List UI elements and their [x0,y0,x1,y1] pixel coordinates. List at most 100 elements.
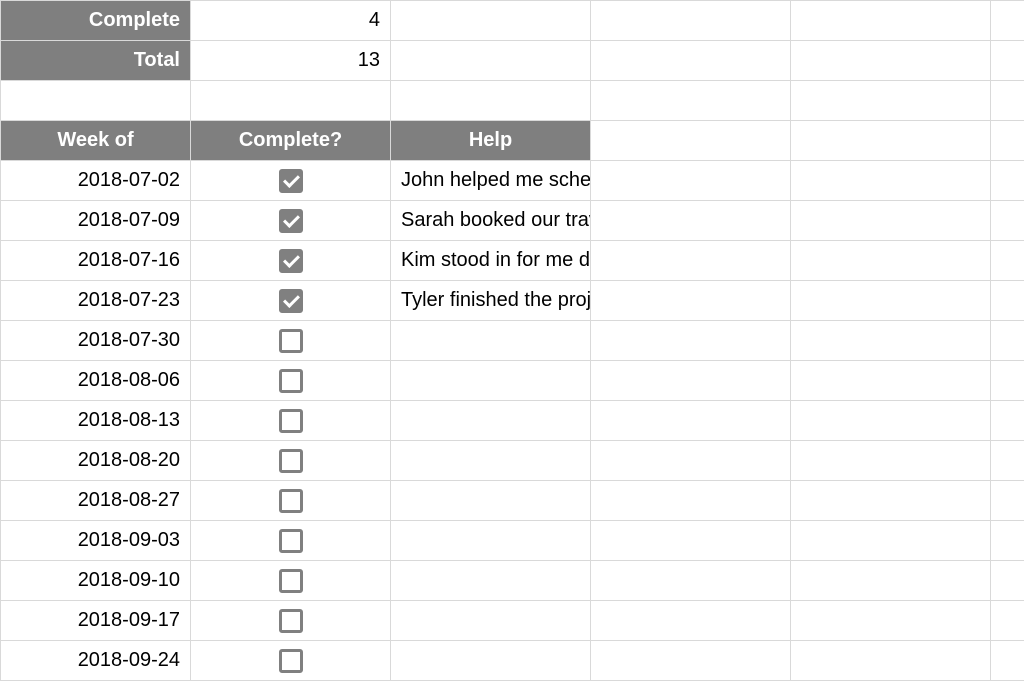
checkbox-cell[interactable] [191,641,391,681]
help-cell[interactable] [391,401,591,441]
empty-cell[interactable] [991,201,1024,241]
empty-cell[interactable] [991,561,1024,601]
empty-cell[interactable] [1,81,191,121]
empty-cell[interactable] [991,241,1024,281]
empty-cell[interactable] [591,321,791,361]
empty-cell[interactable] [991,1,1024,41]
checkbox-cell[interactable] [191,161,391,201]
checkbox-cell[interactable] [191,601,391,641]
checkbox-cell[interactable] [191,561,391,601]
empty-cell[interactable] [591,641,791,681]
empty-cell[interactable] [591,521,791,561]
empty-cell[interactable] [591,441,791,481]
empty-cell[interactable] [991,401,1024,441]
empty-cell[interactable] [591,481,791,521]
date-cell[interactable]: 2018-07-30 [1,321,191,361]
header-help[interactable]: Help [391,121,591,161]
checkbox-cell[interactable] [191,241,391,281]
checkbox-checked-icon[interactable] [279,289,303,313]
empty-cell[interactable] [791,321,991,361]
empty-cell[interactable] [791,481,991,521]
summary-complete-value[interactable]: 4 [191,1,391,41]
empty-cell[interactable] [991,441,1024,481]
empty-cell[interactable] [791,561,991,601]
date-cell[interactable]: 2018-08-20 [1,441,191,481]
empty-cell[interactable] [391,41,591,81]
empty-cell[interactable] [791,81,991,121]
empty-cell[interactable] [791,601,991,641]
empty-cell[interactable] [791,521,991,561]
empty-cell[interactable] [791,41,991,81]
help-cell[interactable] [391,561,591,601]
empty-cell[interactable] [791,641,991,681]
summary-total-value[interactable]: 13 [191,41,391,81]
empty-cell[interactable] [991,281,1024,321]
empty-cell[interactable] [591,361,791,401]
empty-cell[interactable] [991,521,1024,561]
empty-cell[interactable] [591,1,791,41]
checkbox-cell[interactable] [191,441,391,481]
checkbox-unchecked-icon[interactable] [279,609,303,633]
checkbox-unchecked-icon[interactable] [279,489,303,513]
empty-cell[interactable] [591,401,791,441]
help-cell[interactable]: Kim stood in for me during sprint ceremo… [391,241,591,281]
empty-cell[interactable] [191,81,391,121]
empty-cell[interactable] [791,281,991,321]
date-cell[interactable]: 2018-09-10 [1,561,191,601]
help-cell[interactable] [391,361,591,401]
date-cell[interactable]: 2018-07-16 [1,241,191,281]
checkbox-unchecked-icon[interactable] [279,569,303,593]
empty-cell[interactable] [591,41,791,81]
empty-cell[interactable] [991,641,1024,681]
checkbox-cell[interactable] [191,521,391,561]
checkbox-checked-icon[interactable] [279,209,303,233]
empty-cell[interactable] [791,1,991,41]
empty-cell[interactable] [991,121,1024,161]
checkbox-cell[interactable] [191,201,391,241]
help-cell[interactable] [391,321,591,361]
checkbox-cell[interactable] [191,401,391,441]
empty-cell[interactable] [991,601,1024,641]
header-complete[interactable]: Complete? [191,121,391,161]
empty-cell[interactable] [991,321,1024,361]
date-cell[interactable]: 2018-07-02 [1,161,191,201]
empty-cell[interactable] [991,161,1024,201]
date-cell[interactable]: 2018-08-13 [1,401,191,441]
date-cell[interactable]: 2018-09-17 [1,601,191,641]
help-cell[interactable] [391,441,591,481]
date-cell[interactable]: 2018-09-24 [1,641,191,681]
empty-cell[interactable] [591,241,791,281]
help-cell[interactable]: John helped me schedule usability tests. [391,161,591,201]
checkbox-unchecked-icon[interactable] [279,529,303,553]
empty-cell[interactable] [591,281,791,321]
empty-cell[interactable] [991,481,1024,521]
help-cell[interactable]: Tyler finished the project estimation sh… [391,281,591,321]
checkbox-cell[interactable] [191,361,391,401]
checkbox-unchecked-icon[interactable] [279,329,303,353]
date-cell[interactable]: 2018-08-27 [1,481,191,521]
checkbox-unchecked-icon[interactable] [279,649,303,673]
help-cell[interactable] [391,521,591,561]
empty-cell[interactable] [991,361,1024,401]
date-cell[interactable]: 2018-08-06 [1,361,191,401]
empty-cell[interactable] [791,401,991,441]
checkbox-unchecked-icon[interactable] [279,409,303,433]
empty-cell[interactable] [791,241,991,281]
empty-cell[interactable] [591,81,791,121]
checkbox-cell[interactable] [191,481,391,521]
summary-total-label[interactable]: Total [1,41,191,81]
empty-cell[interactable] [591,601,791,641]
checkbox-checked-icon[interactable] [279,249,303,273]
empty-cell[interactable] [991,81,1024,121]
header-week-of[interactable]: Week of [1,121,191,161]
empty-cell[interactable] [591,121,791,161]
empty-cell[interactable] [991,41,1024,81]
empty-cell[interactable] [791,161,991,201]
checkbox-unchecked-icon[interactable] [279,369,303,393]
empty-cell[interactable] [791,121,991,161]
empty-cell[interactable] [791,361,991,401]
checkbox-checked-icon[interactable] [279,169,303,193]
empty-cell[interactable] [591,161,791,201]
help-cell[interactable] [391,641,591,681]
empty-cell[interactable] [591,201,791,241]
